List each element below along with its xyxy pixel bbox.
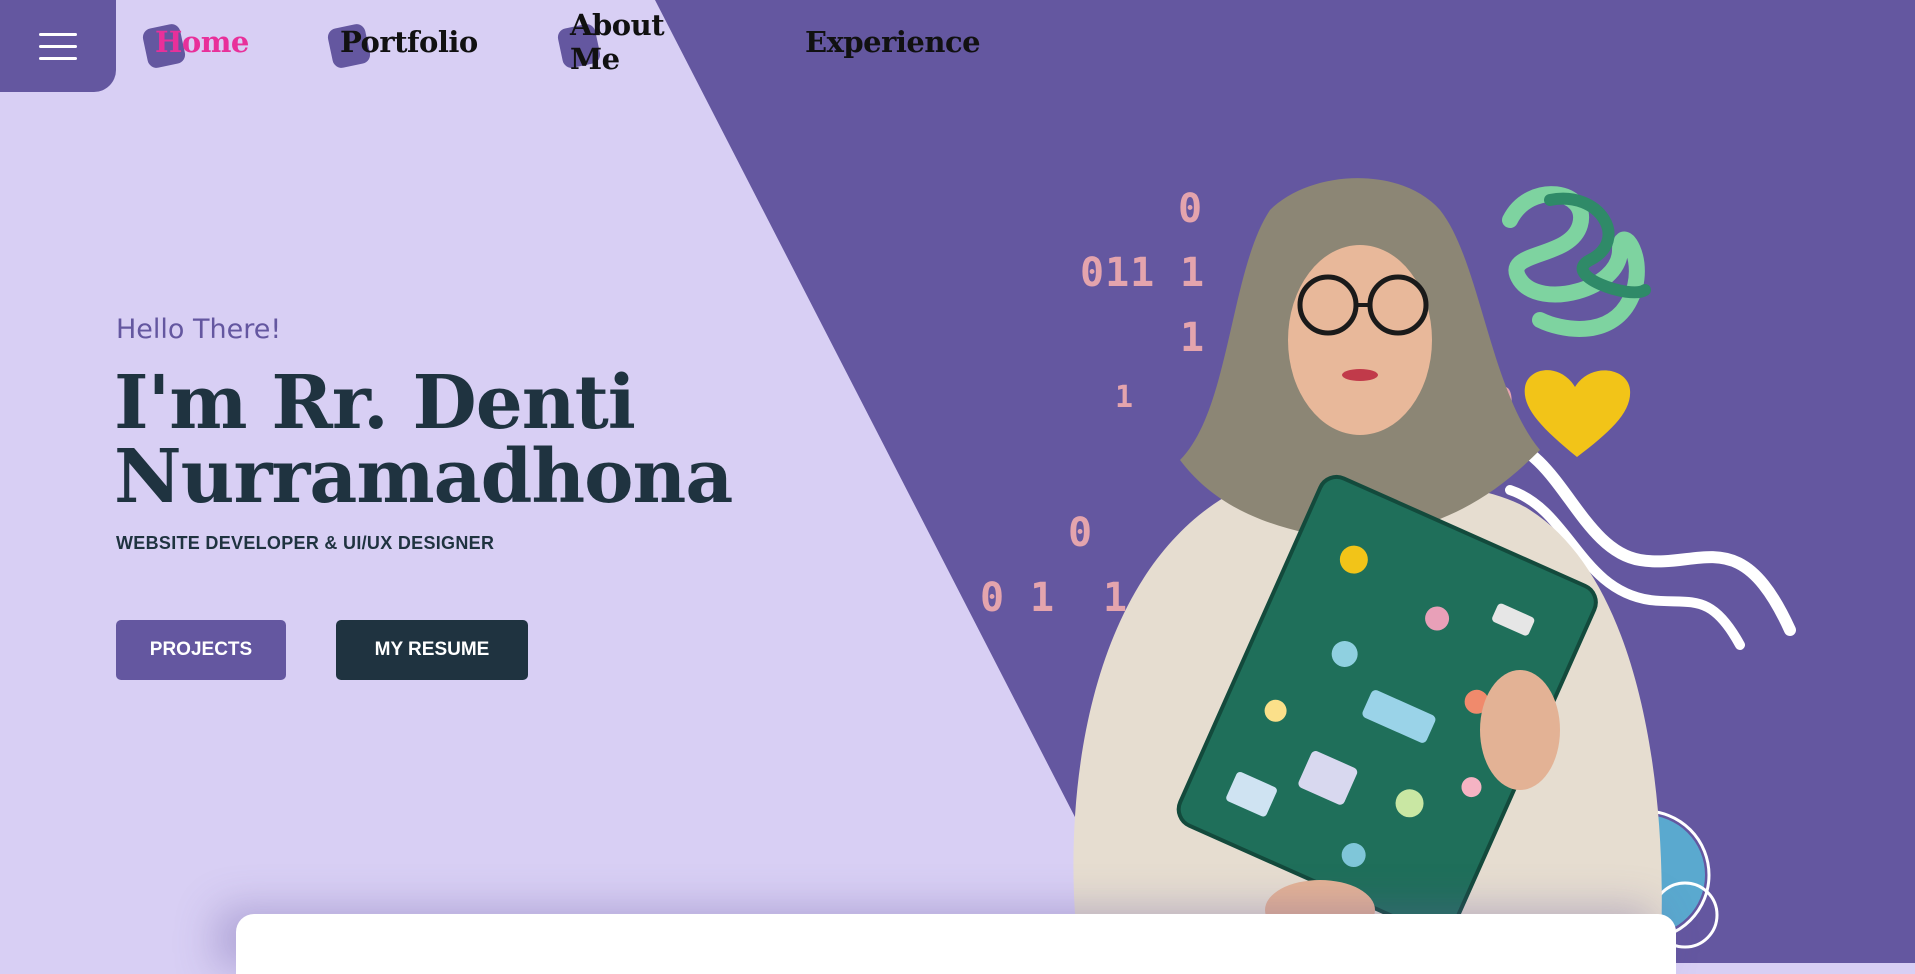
nav-experience-label: Experience <box>805 25 981 59</box>
nav-experience[interactable]: Experience <box>805 22 981 62</box>
projects-button[interactable]: PROJECTS <box>116 620 286 680</box>
hero-name-line1: I'm Rr. Denti <box>114 360 636 446</box>
nav-home[interactable]: Home <box>141 22 249 70</box>
resume-button[interactable]: MY RESUME <box>336 620 528 680</box>
bottom-content-card <box>236 914 1676 974</box>
hero-name-heading: I'm Rr. Denti Nurramadhona <box>114 366 834 514</box>
binary-digit: 0 <box>980 575 1006 621</box>
role-subtitle: WEBSITE DEVELOPER & UI/UX DESIGNER <box>116 533 495 553</box>
greeting-text: Hello There! <box>116 314 282 345</box>
nav-about-me-label: About Me <box>570 8 665 76</box>
menu-button[interactable] <box>0 0 116 92</box>
nav-portfolio-label: Portfolio <box>340 25 478 59</box>
hero-name-line2: Nurramadhona <box>114 434 733 520</box>
nav-portfolio[interactable]: Portfolio <box>326 22 478 70</box>
hamburger-menu-icon <box>39 32 77 60</box>
nav-about-me[interactable]: About Me <box>556 8 665 76</box>
profile-portrait-image <box>1073 178 1662 963</box>
nav-home-label: Home <box>155 25 249 59</box>
